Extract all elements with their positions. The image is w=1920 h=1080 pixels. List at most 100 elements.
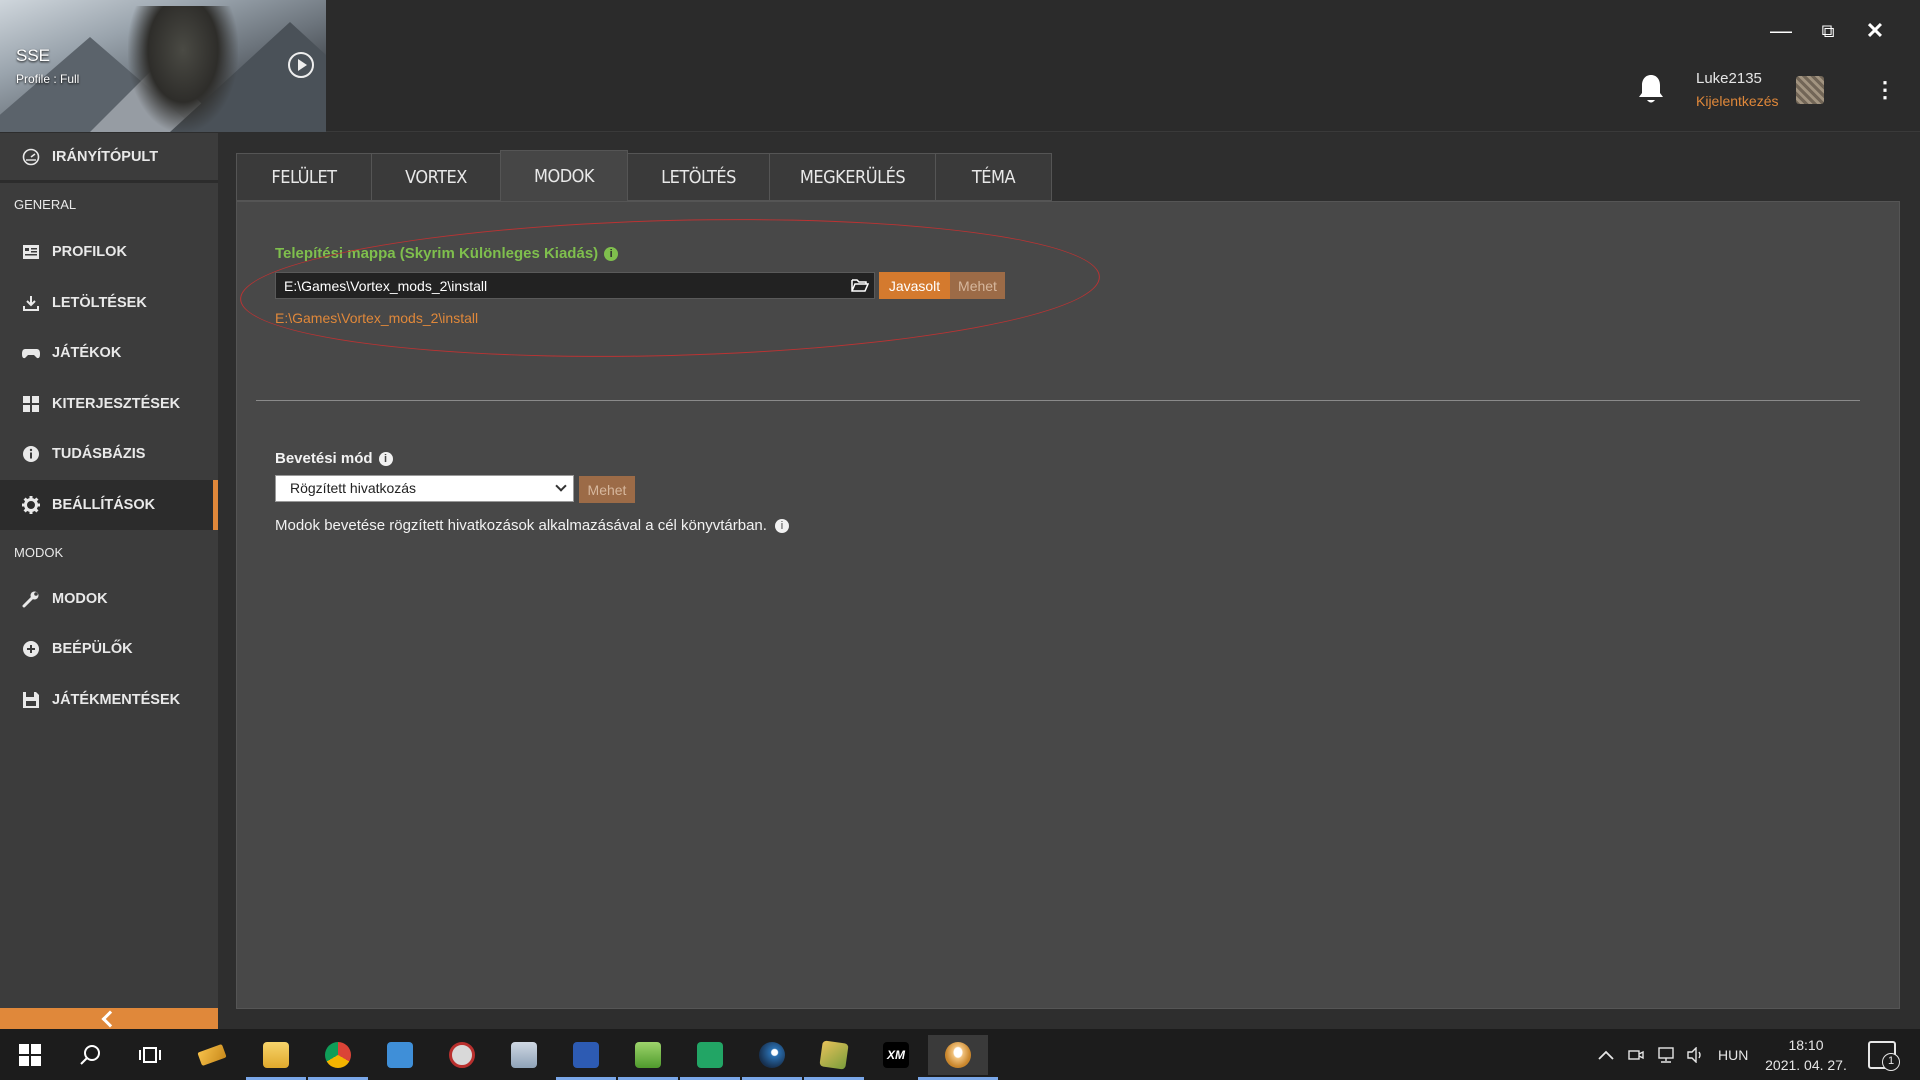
task-view-button[interactable] xyxy=(130,1035,170,1075)
taskbar-app-mail[interactable] xyxy=(380,1035,420,1075)
sidebar-item-label: TUDÁSBÁZIS xyxy=(52,446,146,462)
profile-label: Profile : Full xyxy=(16,72,80,86)
deployment-go-button[interactable]: Mehet xyxy=(579,476,635,503)
section-header-general: GENERAL xyxy=(14,197,77,212)
save-icon xyxy=(20,690,42,710)
user-name: Luke2135 xyxy=(1696,70,1762,87)
taskbar-app-chrome[interactable] xyxy=(308,1035,368,1080)
sidebar-item-dashboard[interactable]: IRÁNYÍTÓPULT xyxy=(0,133,218,183)
taskbar-app-notepad[interactable] xyxy=(618,1035,678,1080)
xm-icon: XM xyxy=(883,1042,909,1068)
maximize-button[interactable]: ⧉ xyxy=(1813,16,1843,46)
network-icon[interactable] xyxy=(1656,1029,1676,1080)
sidebar-item-mods[interactable]: MODOK xyxy=(0,574,218,624)
tab-download[interactable]: LETÖLTÉS xyxy=(627,153,770,201)
sidebar-item-savegames[interactable]: JÁTÉKMENTÉSEK xyxy=(0,675,218,725)
tab-mods[interactable]: MODOK xyxy=(500,150,628,202)
sidebar-item-games[interactable]: JÁTÉKOK xyxy=(0,328,218,378)
clock-time: 18:10 xyxy=(1788,1037,1824,1053)
pencil-app-icon xyxy=(197,1043,227,1067)
file-explorer-icon xyxy=(263,1042,289,1068)
suggested-button[interactable]: Javasolt xyxy=(879,272,950,299)
more-options-icon[interactable]: ⋮ xyxy=(1874,74,1896,106)
minimize-button[interactable]: — xyxy=(1766,16,1796,46)
taskbar-app-map[interactable] xyxy=(804,1035,864,1080)
input-language[interactable]: HUN xyxy=(1718,1029,1748,1080)
logout-link[interactable]: Kijelentkezés xyxy=(1696,93,1779,109)
sidebar-item-knowledge-base[interactable]: TUDÁSBÁZIS xyxy=(0,429,218,479)
deployment-description-text: Modok bevetése rögzített hivatkozások al… xyxy=(275,517,767,534)
close-button[interactable]: ✕ xyxy=(1860,16,1890,46)
spreadsheet-icon xyxy=(697,1042,723,1068)
sidebar-item-plugins[interactable]: BEÉPÜLŐK xyxy=(0,624,218,674)
play-icon[interactable] xyxy=(288,52,314,78)
go-button[interactable]: Mehet xyxy=(950,272,1005,299)
title-bar: SSE Profile : Full — ⧉ ✕ Luke2135 Kijele… xyxy=(0,0,1920,132)
mail-icon xyxy=(387,1042,413,1068)
volume-icon[interactable] xyxy=(1686,1029,1706,1080)
taskbar-app-photos[interactable] xyxy=(504,1035,544,1075)
tab-vortex[interactable]: VORTEX xyxy=(371,153,501,201)
sidebar-item-label: JÁTÉKMENTÉSEK xyxy=(52,692,181,708)
info-icon[interactable]: i xyxy=(774,519,789,533)
download-icon xyxy=(20,293,42,313)
meet-now-icon[interactable] xyxy=(1628,1029,1644,1080)
deployment-method-select[interactable]: Rögzített hivatkozás xyxy=(275,475,574,502)
sidebar-item-settings[interactable]: BEÁLLÍTÁSOK xyxy=(0,480,218,530)
sidebar-item-label: IRÁNYÍTÓPULT xyxy=(52,148,159,165)
tab-interface[interactable]: FELÜLET xyxy=(236,153,372,201)
tray-overflow-icon[interactable] xyxy=(1598,1029,1614,1080)
bell-icon[interactable] xyxy=(1636,72,1666,106)
search-icon xyxy=(80,1045,100,1065)
taskbar-app-steam[interactable] xyxy=(742,1035,802,1080)
install-folder-input[interactable] xyxy=(275,272,875,299)
taskbar-app-save[interactable] xyxy=(556,1035,616,1080)
windows-logo-icon xyxy=(19,1044,41,1066)
photos-icon xyxy=(511,1042,537,1068)
folder-open-icon[interactable] xyxy=(851,277,869,293)
game-banner[interactable]: SSE Profile : Full xyxy=(0,0,326,132)
info-icon xyxy=(20,444,42,464)
clock-date: 2021. 04. 27. xyxy=(1765,1057,1847,1073)
start-button[interactable] xyxy=(10,1035,50,1075)
settings-panel xyxy=(236,201,1900,1009)
taskbar-app-sheets[interactable] xyxy=(680,1035,740,1080)
sidebar-item-label: JÁTÉKOK xyxy=(52,345,122,361)
windows-taskbar: XM HUN 18:10 2021. 04. 27. 1 xyxy=(0,1029,1920,1080)
plus-circle-icon xyxy=(20,639,42,659)
section-header-mods: MODOK xyxy=(14,545,64,560)
extensions-icon xyxy=(20,394,42,414)
taskbar-app-xm[interactable]: XM xyxy=(876,1035,916,1075)
chrome-icon xyxy=(325,1042,351,1068)
sidebar-item-label: KITERJESZTÉSEK xyxy=(52,396,181,412)
floppy-icon xyxy=(573,1042,599,1068)
sidebar-item-profiles[interactable]: PROFILOK xyxy=(0,227,218,277)
banner-warrior-image xyxy=(128,6,238,132)
taskbar-clock[interactable]: 18:10 2021. 04. 27. xyxy=(1756,1035,1856,1075)
taskbar-app-explorer[interactable] xyxy=(246,1035,306,1080)
info-icon[interactable]: i xyxy=(378,452,393,466)
deployment-method-label-text: Bevetési mód xyxy=(275,450,373,467)
gamepad-icon xyxy=(20,343,42,363)
sidebar-item-label: LETÖLTÉSEK xyxy=(52,295,147,311)
install-folder-label-text: Telepítési mappa (Skyrim Különleges Kiad… xyxy=(275,245,599,262)
taskbar-app-vivaldi[interactable] xyxy=(442,1035,482,1075)
dashboard-icon xyxy=(20,147,42,167)
taskbar-app-vortex[interactable] xyxy=(918,1035,998,1080)
search-button[interactable] xyxy=(70,1035,110,1075)
notepad-icon xyxy=(635,1042,661,1068)
sidebar-item-label: BEÁLLÍTÁSOK xyxy=(52,497,156,513)
tab-workarounds[interactable]: MEGKERÜLÉS xyxy=(769,153,936,201)
install-folder-label: Telepítési mappa (Skyrim Különleges Kiad… xyxy=(275,245,619,262)
tab-theme[interactable]: TÉMA xyxy=(935,153,1052,201)
avatar[interactable] xyxy=(1796,76,1824,104)
steam-icon xyxy=(759,1042,785,1068)
profiles-icon xyxy=(20,242,42,262)
sidebar-item-downloads[interactable]: LETÖLTÉSEK xyxy=(0,278,218,328)
sidebar-collapse-button[interactable] xyxy=(0,1008,218,1030)
taskbar-app-editor[interactable] xyxy=(192,1035,232,1075)
info-icon[interactable]: i xyxy=(604,247,619,261)
sidebar-item-extensions[interactable]: KITERJESZTÉSEK xyxy=(0,379,218,429)
deployment-method-selected: Rögzített hivatkozás xyxy=(290,480,417,496)
settings-main: FELÜLET VORTEX MODOK LETÖLTÉS MEGKERÜLÉS… xyxy=(218,133,1920,1029)
